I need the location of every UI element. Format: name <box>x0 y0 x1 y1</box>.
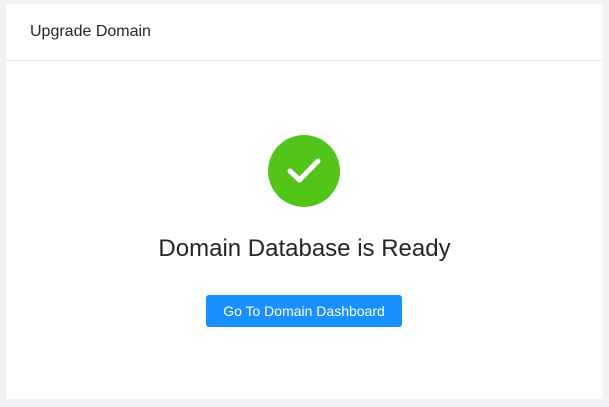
checkmark-icon <box>287 158 321 183</box>
check-circle-icon <box>268 135 340 207</box>
panel-header: Upgrade Domain <box>6 4 603 61</box>
panel-body: Domain Database is Ready Go To Domain Da… <box>6 61 603 399</box>
upgrade-domain-panel: Upgrade Domain Domain Database is Ready … <box>6 4 603 399</box>
panel-title: Upgrade Domain <box>30 23 151 40</box>
go-to-domain-dashboard-button[interactable]: Go To Domain Dashboard <box>206 295 402 327</box>
result-title: Domain Database is Ready <box>158 235 451 262</box>
